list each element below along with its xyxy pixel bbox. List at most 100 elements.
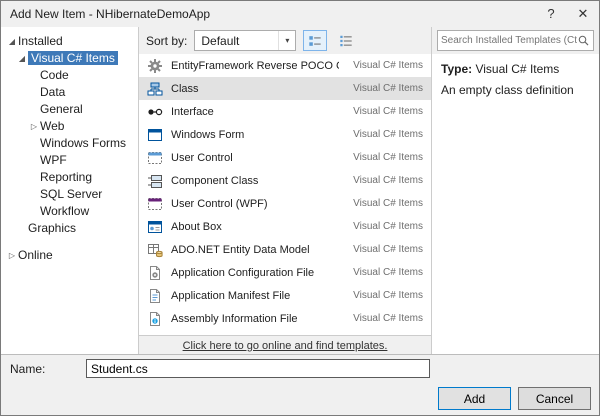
sidebar-item-label: Visual C# Items (28, 51, 118, 65)
add-button[interactable]: Add (438, 387, 511, 410)
template-row-ef-generator[interactable]: EntityFramework Reverse POCO Code First … (139, 54, 431, 77)
template-description: An empty class definition (441, 83, 574, 97)
type-label: Type: (441, 62, 473, 76)
sidebar-item-reporting[interactable]: Reporting (1, 169, 138, 186)
sidebar-item-label: WPF (40, 153, 67, 167)
sidebar-item-label: Installed (18, 34, 63, 48)
close-button[interactable]: ✕ (567, 1, 599, 27)
template-row-interface[interactable]: Interface Visual C# Items (139, 100, 431, 123)
template-category: Visual C# Items (353, 313, 423, 324)
expanded-triangle-icon: ◢ (18, 54, 26, 64)
sidebar-item-workflow[interactable]: Workflow (1, 203, 138, 220)
sidebar-item-sql-server[interactable]: SQL Server (1, 186, 138, 203)
sidebar-item-label: Web (40, 119, 65, 133)
sort-by-label: Sort by: (146, 33, 188, 48)
sort-by-dropdown[interactable]: Default ▾ (194, 30, 297, 51)
user-control-icon (147, 150, 163, 166)
expanded-triangle-icon: ◢ (8, 37, 16, 47)
search-icon[interactable] (577, 34, 590, 47)
app-manifest-file-icon (147, 288, 163, 304)
class-icon (147, 81, 163, 97)
name-row: Name: (1, 355, 599, 382)
sidebar-item-label: Windows Forms (40, 136, 127, 150)
template-row-user-control[interactable]: User Control Visual C# Items (139, 146, 431, 169)
small-icons-view-icon (339, 34, 353, 48)
template-name: User Control (171, 151, 233, 164)
template-row-component-class[interactable]: Component Class Visual C# Items (139, 169, 431, 192)
sidebar-item-label: General (40, 102, 83, 116)
help-button[interactable]: ? (535, 1, 567, 27)
template-name: Application Manifest File (171, 289, 291, 302)
template-category: Visual C# Items (353, 106, 423, 117)
template-name: Assembly Information File (171, 312, 298, 325)
sidebar-item-general[interactable]: General (1, 101, 138, 118)
template-category: Visual C# Items (353, 244, 423, 255)
template-name: Interface (171, 105, 214, 118)
template-type-line: Type: Visual C# Items (441, 62, 590, 76)
template-row-entity-data-model[interactable]: ADO.NET Entity Data Model Visual C# Item… (139, 238, 431, 261)
template-name: User Control (WPF) (171, 197, 268, 210)
sidebar-item-visual-csharp-items[interactable]: ◢ Visual C# Items (1, 50, 138, 67)
sidebar-item-data[interactable]: Data (1, 84, 138, 101)
search-box (437, 30, 594, 51)
online-templates-link[interactable]: Click here to go online and find templat… (183, 340, 388, 352)
template-category: Visual C# Items (353, 267, 423, 278)
name-input[interactable] (86, 359, 430, 378)
sidebar-item-graphics[interactable]: Graphics (1, 220, 138, 237)
template-name: Application Configuration File (171, 266, 315, 279)
dialog-title: Add New Item - NHibernateDemoApp (10, 7, 211, 21)
dialog-body: ◢ Installed ◢ Visual C# Items Code Data Ge… (1, 27, 599, 355)
sidebar-item-label: Graphics (28, 221, 77, 235)
title-bar: Add New Item - NHibernateDemoApp ? ✕ (1, 1, 599, 27)
sidebar-item-installed[interactable]: ◢ Installed (1, 33, 138, 50)
sidebar-item-label: Workflow (40, 204, 90, 218)
sidebar-item-web[interactable]: ▷ Web (1, 118, 138, 135)
small-icons-view-button[interactable] (334, 30, 358, 51)
template-row-windows-form[interactable]: Windows Form Visual C# Items (139, 123, 431, 146)
collapsed-triangle-icon: ▷ (30, 122, 38, 132)
template-category: Visual C# Items (353, 290, 423, 301)
sidebar-item-wpf[interactable]: WPF (1, 152, 138, 169)
about-box-icon (147, 219, 163, 235)
template-category: Visual C# Items (353, 175, 423, 186)
template-name: Component Class (171, 174, 259, 187)
sort-by-value: Default (201, 33, 240, 48)
template-row-about-box[interactable]: About Box Visual C# Items (139, 215, 431, 238)
sidebar-item-label: SQL Server (40, 187, 103, 201)
app-config-file-icon (147, 265, 163, 281)
ef-generator-icon (147, 58, 163, 74)
user-control-wpf-icon (147, 196, 163, 212)
button-row: Add Cancel (1, 382, 599, 415)
search-input[interactable] (441, 35, 577, 46)
template-list: EntityFramework Reverse POCO Code First … (139, 54, 431, 335)
template-name: EntityFramework Reverse POCO Code First … (171, 59, 339, 72)
template-name: About Box (171, 220, 222, 233)
sidebar-item-windows-forms[interactable]: Windows Forms (1, 135, 138, 152)
medium-icons-view-button[interactable] (303, 30, 328, 51)
collapsed-triangle-icon: ▷ (8, 251, 16, 261)
add-new-item-dialog: Add New Item - NHibernateDemoApp ? ✕ ◢ In… (0, 0, 600, 416)
sidebar-item-online[interactable]: ▷ Online (1, 247, 138, 264)
cancel-button[interactable]: Cancel (518, 387, 591, 410)
component-class-icon (147, 173, 163, 189)
sidebar-item-label: Code (40, 68, 69, 82)
template-category: Visual C# Items (353, 221, 423, 232)
name-label: Name: (10, 361, 46, 376)
template-row-user-control-wpf[interactable]: User Control (WPF) Visual C# Items (139, 192, 431, 215)
template-row-app-config-file[interactable]: Application Configuration File Visual C#… (139, 261, 431, 284)
template-details: Type: Visual C# Items An empty class def… (432, 54, 599, 354)
windows-form-icon (147, 127, 163, 143)
template-list-panel: Sort by: Default ▾ EntityFramework Rever… (139, 27, 432, 354)
template-row-app-manifest-file[interactable]: Application Manifest File Visual C# Item… (139, 284, 431, 307)
sidebar-item-code[interactable]: Code (1, 67, 138, 84)
template-row-assembly-info-file[interactable]: Assembly Information File Visual C# Item… (139, 307, 431, 330)
sidebar-item-label: Online (18, 248, 53, 262)
template-row-class[interactable]: Class Visual C# Items (139, 77, 431, 100)
sidebar-item-label: Reporting (40, 170, 93, 184)
chevron-down-icon: ▾ (278, 31, 295, 50)
template-category: Visual C# Items (353, 60, 423, 71)
template-name: Windows Form (171, 128, 245, 141)
template-name: Class (171, 82, 199, 95)
template-category: Visual C# Items (353, 152, 423, 163)
search-row (432, 27, 599, 54)
